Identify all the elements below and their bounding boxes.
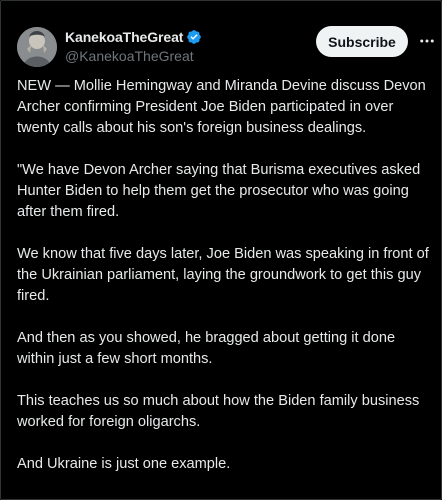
tweet-card: KanekoaTheGreat @KanekoaTheGreat Subscri… <box>0 0 442 500</box>
avatar[interactable] <box>17 27 57 67</box>
tweet-paragraph: This teaches us so much about how the Bi… <box>17 393 420 430</box>
tweet-paragraph: NEW — Mollie Hemingway and Miranda Devin… <box>17 78 426 136</box>
display-name-row: KanekoaTheGreat <box>65 28 202 46</box>
tweet-paragraph: And then as you showed, he bragged about… <box>17 330 396 367</box>
author-handle[interactable]: @KanekoaTheGreat <box>65 48 202 64</box>
tweet-paragraph: And Ukraine is just one example. <box>17 456 231 472</box>
subscribe-button[interactable]: Subscribe <box>316 26 408 57</box>
avatar-image <box>17 27 57 67</box>
tweet-paragraph: We know that five days later, Joe Biden … <box>17 246 429 304</box>
display-name[interactable]: KanekoaTheGreat <box>65 29 183 45</box>
more-icon[interactable] <box>417 31 437 51</box>
tweet-text: NEW — Mollie Hemingway and Miranda Devin… <box>17 76 435 496</box>
verified-badge-icon <box>186 29 202 45</box>
author-names: KanekoaTheGreat @KanekoaTheGreat <box>65 28 202 64</box>
tweet-paragraph: "We have Devon Archer saying that Burism… <box>17 162 421 220</box>
tweet-header: KanekoaTheGreat @KanekoaTheGreat Subscri… <box>17 21 434 67</box>
